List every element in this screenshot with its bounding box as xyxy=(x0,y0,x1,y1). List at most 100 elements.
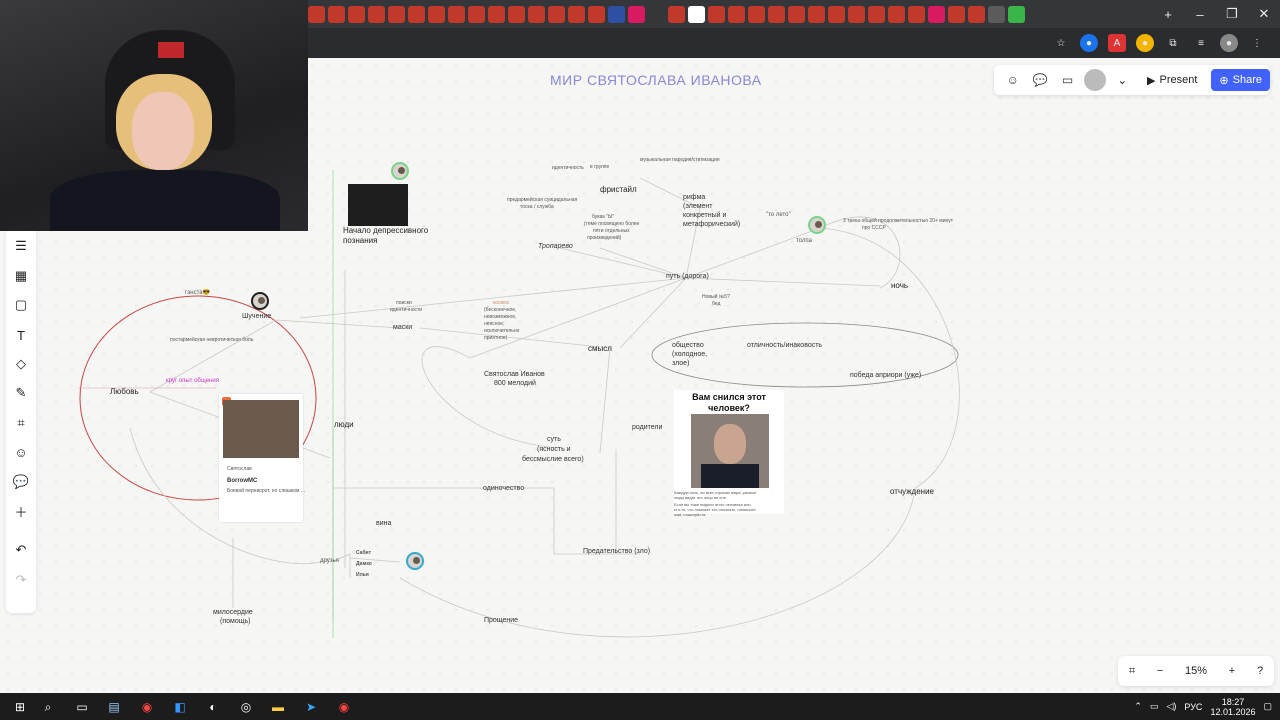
tab-favicon-icon[interactable] xyxy=(1008,5,1025,23)
profile-avatar-icon[interactable]: ● xyxy=(1220,34,1238,52)
frames-icon[interactable]: ▦ xyxy=(11,266,31,286)
node-tracks[interactable]: 3 трека общей продолжительностью 20+ мин… xyxy=(843,218,953,224)
obs-icon[interactable]: ◉ xyxy=(334,697,354,717)
node-distinct[interactable]: отличность/инаковость xyxy=(747,342,822,349)
new-tab-button[interactable]: + xyxy=(1152,7,1184,22)
node-postarmy[interactable]: постармейская невротическая боль xyxy=(170,337,253,343)
node-essence[interactable]: суть xyxy=(547,436,561,443)
plus-icon[interactable]: ＋ xyxy=(11,501,31,521)
node-people[interactable]: люди xyxy=(334,420,354,429)
chevron-down-icon[interactable]: ⌄ xyxy=(1112,69,1133,91)
node-cosmos[interactable]: космос xyxy=(493,300,509,306)
close-window-icon[interactable]: ✕ xyxy=(1248,6,1280,22)
node-guilt[interactable]: вина xyxy=(376,520,391,527)
node-letter-2[interactable]: (теме посвящено более xyxy=(584,221,639,227)
tab-favicon-icon[interactable] xyxy=(488,5,505,23)
extension-icon[interactable]: ● xyxy=(1080,34,1098,52)
zoom-out-button[interactable]: − xyxy=(1157,665,1163,677)
node-newtitle[interactable]: Новый №5? xyxy=(702,294,730,300)
pen-icon[interactable]: ✎ xyxy=(11,383,31,403)
node-identity[interactable]: идентичность xyxy=(552,165,584,171)
node-letter[interactable]: буква "Ы" xyxy=(592,214,614,220)
comment-icon[interactable]: 💬 xyxy=(1029,69,1050,91)
tab-favicon-icon[interactable] xyxy=(888,5,905,23)
node-cosmos-2[interactable]: невозможное, xyxy=(484,314,516,320)
tab-favicon-icon[interactable] xyxy=(768,5,785,23)
node-parents[interactable]: родители xyxy=(632,424,662,431)
tab-favicon-icon[interactable] xyxy=(828,5,845,23)
node-society[interactable]: общество xyxy=(672,342,704,349)
tab-favicon-icon[interactable] xyxy=(408,5,425,23)
tab-favicon-icon[interactable] xyxy=(968,5,985,23)
node-rhyme-4[interactable]: метафорический) xyxy=(683,221,740,228)
node-group[interactable]: в группе xyxy=(590,164,609,170)
tab-favicon-icon[interactable] xyxy=(808,5,825,23)
tab-favicon-icon[interactable] xyxy=(908,5,925,23)
node-music[interactable]: музыкальная пародия/стилизация xyxy=(640,157,720,163)
node-letter-3[interactable]: пяти отдельных xyxy=(593,228,630,234)
node-meaning[interactable]: смысл xyxy=(588,344,612,353)
node-start[interactable]: Начало депрессивного xyxy=(343,226,428,235)
help-icon[interactable]: ? xyxy=(1257,665,1263,677)
node-search[interactable]: поиски xyxy=(396,300,412,306)
app-icon[interactable]: ◎ xyxy=(236,697,256,717)
node-cosmos-4[interactable]: исключительно xyxy=(484,328,519,334)
node-sabit[interactable]: Сабит xyxy=(356,550,371,556)
node-cosmos-5[interactable]: приятное) xyxy=(484,335,507,341)
zoom-level[interactable]: 15% xyxy=(1185,665,1207,677)
node-cosmos-3[interactable]: неясное, xyxy=(484,321,504,327)
redo-icon[interactable]: ↷ xyxy=(11,570,31,590)
node-crowd[interactable]: толпа xyxy=(796,238,812,244)
tab-favicon-icon[interactable] xyxy=(708,5,725,23)
poster-image[interactable]: Вам снился этот человек? Каждую ночь, во… xyxy=(674,390,784,517)
tab-favicon-icon[interactable] xyxy=(368,5,385,23)
minimize-icon[interactable]: – xyxy=(1184,7,1216,22)
chevron-up-icon[interactable]: ⌃ xyxy=(1134,701,1142,712)
tab-favicon-icon[interactable] xyxy=(668,5,685,23)
tab-favicon-icon[interactable] xyxy=(328,5,345,23)
tab-favicon-icon[interactable] xyxy=(308,5,325,23)
node-victory[interactable]: победа априори (уже) xyxy=(850,372,921,379)
sticky-note-icon[interactable]: ▢ xyxy=(11,295,31,315)
tab-favicon-icon[interactable] xyxy=(688,5,705,23)
avatar[interactable] xyxy=(391,162,409,180)
notification-icon[interactable]: ▢ xyxy=(1263,701,1272,712)
node-rhyme-2[interactable]: (элемент xyxy=(683,203,713,210)
node-dimko[interactable]: Димко xyxy=(356,561,372,567)
bookmark-star-icon[interactable]: ☆ xyxy=(1052,34,1070,52)
node-letter-4[interactable]: произведений) xyxy=(587,235,621,241)
node-lonely[interactable]: одиночество xyxy=(483,485,524,492)
node-essence-3[interactable]: бессмыслие всего) xyxy=(522,456,584,463)
node-freestyle[interactable]: фристайл xyxy=(600,185,637,194)
volume-icon[interactable]: ◁) xyxy=(1166,701,1176,712)
node-sviat[interactable]: Святослав Иванов xyxy=(484,371,545,378)
comment-icon[interactable]: 💬 xyxy=(11,472,31,492)
node-society-3[interactable]: злое) xyxy=(672,360,689,367)
extensions-puzzle-icon[interactable]: ⧉ xyxy=(1164,34,1182,52)
tab-favicon-icon[interactable] xyxy=(508,5,525,23)
node-toleto[interactable]: "то лето" xyxy=(766,212,791,218)
frame-icon[interactable]: ⌗ xyxy=(11,413,31,433)
undo-icon[interactable]: ↶ xyxy=(11,540,31,560)
tab-favicon-icon[interactable] xyxy=(428,5,445,23)
reactions-icon[interactable]: ☺ xyxy=(1002,69,1023,91)
node-rhyme-3[interactable]: конкретный и xyxy=(683,212,726,219)
tab-favicon-icon[interactable] xyxy=(948,5,965,23)
node-night[interactable]: ночь xyxy=(891,281,908,290)
maximize-icon[interactable]: ❐ xyxy=(1216,6,1248,22)
tab-favicon-icon[interactable] xyxy=(348,5,365,23)
tab-favicon-icon[interactable] xyxy=(788,5,805,23)
tab-favicon-icon[interactable] xyxy=(988,5,1005,23)
node-society-2[interactable]: (холодное, xyxy=(672,351,707,358)
node-start-2[interactable]: познания xyxy=(343,236,377,245)
share-button[interactable]: ⊕ Share xyxy=(1211,69,1270,91)
zoom-in-button[interactable]: + xyxy=(1229,665,1235,677)
node-betrayal[interactable]: Предательство (зло) xyxy=(583,548,650,555)
tab-favicon-icon[interactable] xyxy=(388,5,405,23)
avatar[interactable] xyxy=(406,552,424,570)
node-newtitle-2[interactable]: бед xyxy=(712,301,720,307)
node-tracks-2[interactable]: про СССР xyxy=(862,225,886,231)
tab-favicon-icon[interactable] xyxy=(928,5,945,23)
node-prearmy[interactable]: предармейская суицидальная xyxy=(507,197,577,203)
node-alienation[interactable]: отчуждение xyxy=(890,487,934,496)
